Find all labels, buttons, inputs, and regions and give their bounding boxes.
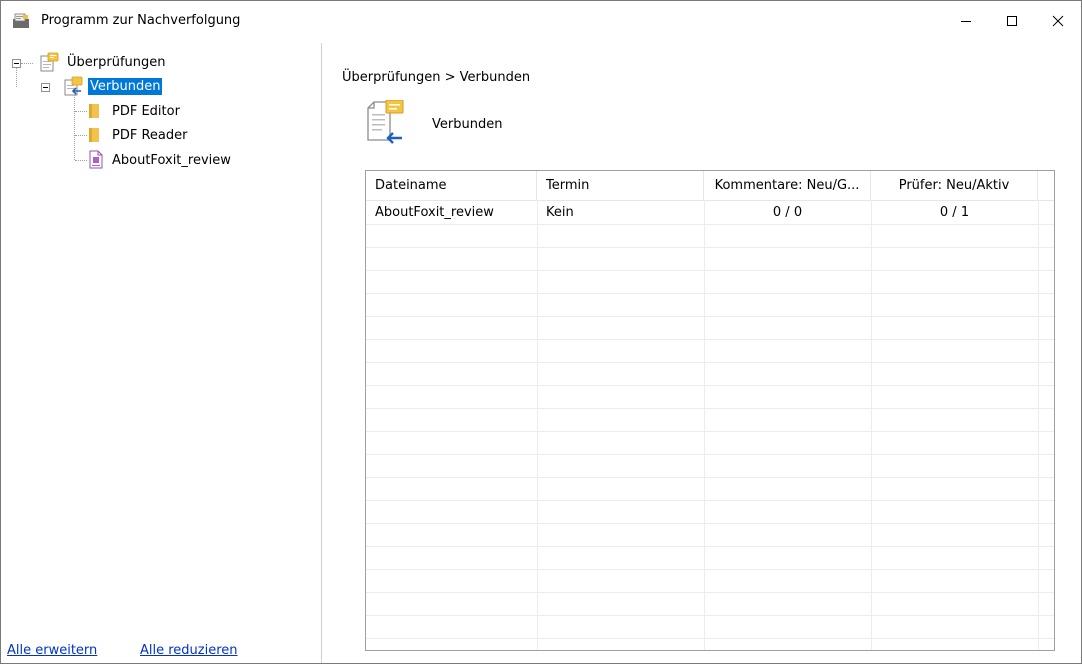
shared-review-icon <box>64 76 83 96</box>
grid-line-horizontal <box>366 224 1054 225</box>
tree-item-label: PDF Editor <box>112 103 180 119</box>
reviews-icon <box>40 52 59 72</box>
grid-line-horizontal <box>366 316 1054 317</box>
column-header-filename[interactable]: Dateiname <box>366 171 537 200</box>
grid-line-vertical <box>1038 200 1039 650</box>
tree-item-aboutfoxit-review[interactable]: AboutFoxit_review <box>110 150 233 170</box>
collapse-all-link[interactable]: Alle reduzieren <box>140 643 238 658</box>
column-header-deadline[interactable]: Termin <box>537 171 704 200</box>
tree-item-label: Überprüfungen <box>67 54 166 70</box>
grid-line-horizontal <box>366 362 1054 363</box>
tree-item-label: Verbunden <box>88 77 163 95</box>
grid-line-horizontal <box>366 569 1054 570</box>
section-title: Verbunden <box>432 117 503 132</box>
maximize-button[interactable] <box>989 1 1035 41</box>
grid-line-horizontal <box>366 247 1054 248</box>
cell-deadline: Kein <box>546 205 574 220</box>
tree-item-connected[interactable]: Verbunden <box>88 76 163 96</box>
folder-icon <box>89 128 99 142</box>
cell-filename: AboutFoxit_review <box>375 205 494 220</box>
review-tree[interactable]: Überprüfungen Verbunden PDF Editor PDF R… <box>4 43 321 633</box>
shared-review-icon <box>367 100 404 144</box>
tree-item-pdf-reader[interactable]: PDF Reader <box>110 125 189 145</box>
collapse-toggle[interactable] <box>12 59 21 68</box>
tree-item-root[interactable]: Überprüfungen <box>65 52 168 72</box>
grid-line-horizontal <box>366 615 1054 616</box>
table-header: Dateiname Termin Kommentare: Neu/G... Pr… <box>366 171 1054 201</box>
grid-line-vertical <box>704 200 705 650</box>
grid-line-horizontal <box>366 431 1054 432</box>
tree-item-pdf-editor[interactable]: PDF Editor <box>110 101 182 121</box>
grid-line-horizontal <box>366 270 1054 271</box>
grid-line-horizontal <box>366 477 1054 478</box>
title-bar[interactable]: Programm zur Nachverfolgung <box>1 1 1081 41</box>
grid-line-horizontal <box>366 454 1054 455</box>
close-icon <box>1052 15 1064 27</box>
reviews-table[interactable]: Dateiname Termin Kommentare: Neu/G... Pr… <box>365 170 1055 651</box>
cell-comments: 0 / 0 <box>772 205 803 220</box>
grid-line-horizontal <box>366 339 1054 340</box>
grid-line-horizontal <box>366 592 1054 593</box>
table-row[interactable]: AboutFoxit_review Kein 0 / 0 0 / 1 <box>366 201 1054 224</box>
grid-line-vertical <box>537 200 538 650</box>
pdf-file-icon <box>89 150 103 169</box>
column-header-reviewers[interactable]: Prüfer: Neu/Aktiv <box>871 171 1038 200</box>
grid-line-horizontal <box>366 385 1054 386</box>
grid-line-horizontal <box>366 638 1054 639</box>
column-header-comments[interactable]: Kommentare: Neu/G... <box>704 171 871 200</box>
tree-connector <box>75 160 87 162</box>
grid-line-vertical <box>871 200 872 650</box>
navigation-pane: Überprüfungen Verbunden PDF Editor PDF R… <box>4 43 322 663</box>
grid-line-horizontal <box>366 523 1054 524</box>
tree-connector <box>75 135 87 137</box>
maximize-icon <box>1007 16 1017 26</box>
close-button[interactable] <box>1035 1 1081 41</box>
expand-all-link[interactable]: Alle erweitern <box>7 643 97 658</box>
folder-icon <box>89 104 99 118</box>
grid-line-horizontal <box>366 408 1054 409</box>
window-title: Programm zur Nachverfolgung <box>41 13 241 28</box>
tracker-app-icon <box>13 13 29 28</box>
minimize-button[interactable] <box>943 1 989 41</box>
minimize-icon <box>961 21 971 22</box>
tree-item-label: PDF Reader <box>112 127 188 143</box>
tree-item-label: AboutFoxit_review <box>112 152 231 168</box>
tree-connector <box>21 63 33 65</box>
tree-connector <box>74 95 76 160</box>
grid-line-horizontal <box>366 500 1054 501</box>
collapse-toggle[interactable] <box>41 83 50 92</box>
breadcrumb: Überprüfungen > Verbunden <box>342 70 531 85</box>
cell-reviewers: 0 / 1 <box>939 205 970 220</box>
grid-line-horizontal <box>366 546 1054 547</box>
tree-connector <box>75 111 87 113</box>
tree-connector <box>16 67 18 87</box>
app-window: Programm zur Nachverfolgung Überprüfunge… <box>0 0 1082 664</box>
content-pane: Überprüfungen > Verbunden Verbunden Date… <box>323 43 1081 663</box>
grid-line-horizontal <box>366 293 1054 294</box>
